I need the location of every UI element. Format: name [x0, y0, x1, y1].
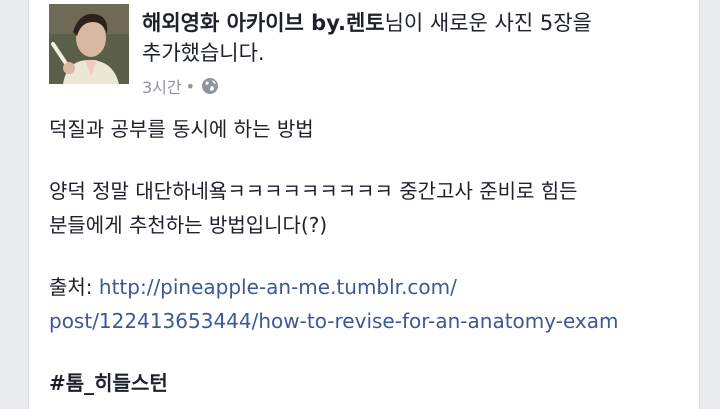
- post-card: 해외영화 아카이브 by.렌토님이 새로운 사진 5장을 추가했습니다. 3시간…: [28, 0, 700, 409]
- post-text-line1: 양덕 정말 대단하네욬ㅋㅋㅋㅋㅋㅋㅋㅋㅋ 중간고사 준비로 힘든: [49, 179, 578, 203]
- avatar-photo: [49, 4, 129, 84]
- post-text: 양덕 정말 대단하네욬ㅋㅋㅋㅋㅋㅋㅋㅋㅋ 중간고사 준비로 힘든 분들에게 추천…: [49, 174, 689, 242]
- post-hashtags: #톰_히들스턴: [49, 366, 689, 400]
- post-timestamp[interactable]: 3시간: [142, 74, 182, 98]
- hashtag-link[interactable]: #톰_히들스턴: [49, 371, 168, 395]
- source-label: 출처:: [49, 275, 99, 299]
- post-action-line2: 추가했습니다.: [142, 41, 265, 65]
- post-body: 덕질과 공부를 동시에 하는 방법 양덕 정말 대단하네욬ㅋㅋㅋㅋㅋㅋㅋㅋㅋ 중…: [49, 112, 689, 400]
- post-text-line2: 분들에게 추천하는 방법입니다(?): [49, 213, 328, 237]
- page-avatar[interactable]: [49, 4, 129, 84]
- post-title: 덕질과 공부를 동시에 하는 방법: [49, 117, 314, 141]
- post-header: 해외영화 아카이브 by.렌토님이 새로운 사진 5장을 추가했습니다.: [142, 8, 682, 68]
- post-meta: 3시간 •: [142, 74, 219, 98]
- post-action-line1: 님이 새로운 사진 5장을: [384, 11, 592, 35]
- post-source: 출처: http://pineapple-an-me.tumblr.com/ p…: [49, 270, 689, 338]
- author-name-link[interactable]: 해외영화 아카이브 by.렌토: [142, 11, 385, 35]
- meta-separator: •: [185, 76, 196, 96]
- source-link-line2[interactable]: post/122413653444/how-to-revise-for-an-a…: [49, 309, 619, 333]
- globe-icon[interactable]: [201, 77, 219, 95]
- source-link-line1[interactable]: http://pineapple-an-me.tumblr.com/: [99, 275, 457, 299]
